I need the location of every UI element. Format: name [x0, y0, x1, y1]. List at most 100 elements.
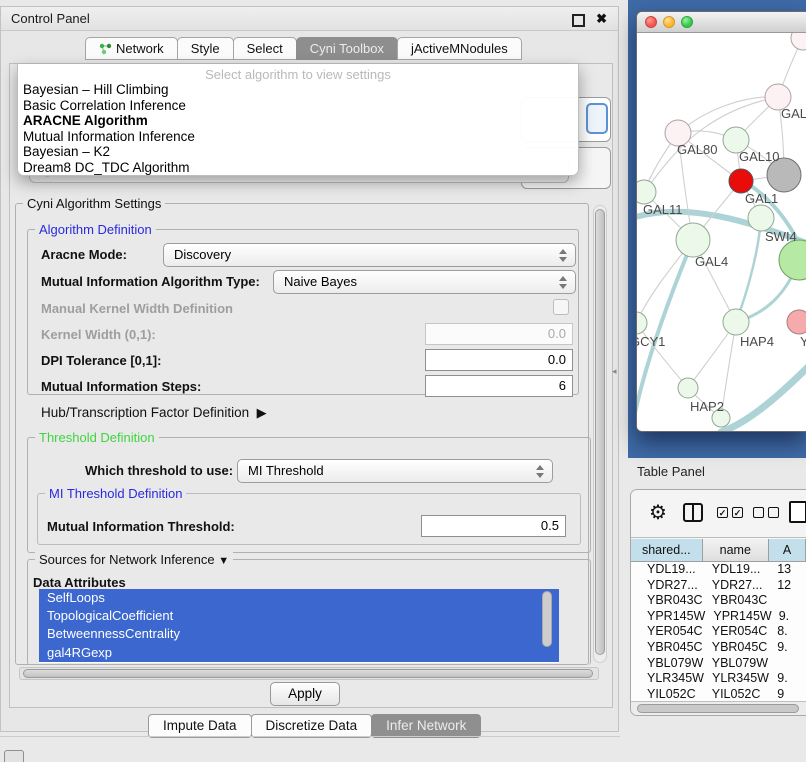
tab-style[interactable]: Style: [177, 37, 234, 60]
node-label: GAL: [781, 106, 806, 121]
list-item[interactable]: TopologicalCoefficient: [39, 607, 559, 625]
checked-checkbox-icon[interactable]: ✓: [717, 507, 728, 518]
algorithm-option[interactable]: Bayesian – K2: [18, 144, 578, 160]
algorithm-option[interactable]: Mutual Information Inference: [18, 129, 578, 145]
network-node[interactable]: [791, 33, 806, 50]
mac-minimize-button[interactable]: [663, 16, 675, 28]
settings-vertical-scrollbar[interactable]: [593, 205, 607, 663]
network-canvas[interactable]: GAL GAL80 GAL10 GAL1 GAL11 SWI4 GAL4 GCY…: [637, 33, 806, 432]
tab-discretize-data[interactable]: Discretize Data: [251, 714, 373, 738]
window-bottom-divider: [0, 736, 620, 737]
network-node-hap4[interactable]: [723, 309, 749, 335]
dpi-tolerance-label: DPI Tolerance [0,1]:: [41, 353, 161, 368]
node-label: SWI4: [765, 229, 797, 244]
table-row[interactable]: YLR345WYLR345W9.: [631, 671, 806, 687]
algorithm-dropdown-popup: Select algorithm to view settings Bayesi…: [17, 64, 579, 176]
node-label: GAL4: [695, 254, 728, 269]
data-attributes-label: Data Attributes: [33, 575, 126, 590]
table-horizontal-scrollbar[interactable]: [631, 701, 806, 715]
tab-network[interactable]: Network: [85, 37, 178, 60]
manual-kernel-label: Manual Kernel Width Definition: [41, 301, 233, 316]
table-row[interactable]: YIL052CYIL052C9: [631, 687, 806, 701]
aracne-mode-label: Aracne Mode:: [41, 247, 127, 262]
table-row[interactable]: YBR045CYBR045C9.: [631, 640, 806, 656]
close-icon[interactable]: ✖: [596, 11, 607, 27]
unchecked-checkbox-icon[interactable]: [753, 507, 764, 518]
hub-definition-expander[interactable]: Hub/Transcription Factor Definition ▶: [41, 405, 267, 421]
which-threshold-combo[interactable]: MI Threshold: [237, 459, 553, 483]
control-panel-titlebar[interactable]: Control Panel ✖: [1, 7, 618, 31]
network-edge: [721, 363, 806, 432]
network-window-titlebar[interactable]: [637, 12, 806, 33]
table-row[interactable]: YDR27...YDR27...12: [631, 578, 806, 594]
settings-horizontal-scrollbar[interactable]: [19, 667, 599, 680]
mi-type-combo[interactable]: Naive Bayes: [273, 270, 576, 294]
list-item[interactable]: SelfLoops: [39, 589, 559, 607]
network-node-gal4[interactable]: [676, 223, 710, 257]
float-window-icon[interactable]: [572, 14, 585, 27]
network-node-gcy1[interactable]: [637, 312, 647, 334]
column-layout-icon[interactable]: [683, 503, 703, 522]
mi-steps-label: Mutual Information Steps:: [41, 379, 201, 394]
column-header-partial[interactable]: A: [769, 539, 806, 562]
table-header-row: shared... name A: [631, 539, 806, 562]
network-node-salmon[interactable]: [787, 310, 806, 334]
combo-stepper-focused[interactable]: [586, 103, 608, 134]
collapsed-panel-icon[interactable]: [4, 750, 24, 762]
table-toolbar: ⚙ ✓ ✓: [631, 490, 806, 538]
tab-label: Network: [116, 38, 164, 59]
table-row[interactable]: YPR145WYPR145W9.: [631, 609, 806, 625]
node-label: HAP2: [690, 399, 724, 414]
tab-cyni-toolbox[interactable]: Cyni Toolbox: [296, 37, 398, 60]
tab-select[interactable]: Select: [233, 37, 297, 60]
unchecked-checkbox-icon[interactable]: [768, 507, 779, 518]
sources-title[interactable]: Sources for Network Inference ▼: [35, 552, 233, 567]
list-item[interactable]: gal4RGexp: [39, 644, 559, 662]
mi-threshold-field[interactable]: 0.5: [421, 515, 566, 537]
dpi-tolerance-field[interactable]: 0.0: [425, 349, 573, 371]
node-label: GAL11: [643, 202, 683, 217]
mac-close-button[interactable]: [645, 16, 657, 28]
network-node-swi4[interactable]: [748, 205, 774, 231]
network-icon: [99, 42, 112, 55]
table-body: YDL19...YDL19...13 YDR27...YDR27...12 YB…: [631, 562, 806, 701]
table-row[interactable]: YBL079WYBL079W: [631, 656, 806, 672]
tab-impute-data[interactable]: Impute Data: [148, 714, 252, 738]
attributes-list-scrollbar[interactable]: [542, 591, 554, 661]
panel-divider-arrow-icon[interactable]: ◂: [612, 366, 617, 377]
threshold-definition-title: Threshold Definition: [35, 430, 159, 445]
list-item[interactable]: BetweennessCentrality: [39, 625, 559, 643]
group-title: Cyni Algorithm Settings: [23, 196, 165, 211]
kernel-width-field[interactable]: 0.0: [425, 323, 573, 345]
column-header-shared[interactable]: shared...: [631, 539, 703, 562]
tab-infer-network[interactable]: Infer Network: [371, 714, 481, 738]
combo-stepper-icon: [559, 276, 568, 289]
column-header-name[interactable]: name: [703, 539, 769, 562]
table-row[interactable]: YER054CYER054C8.: [631, 624, 806, 640]
algorithm-option[interactable]: Basic Correlation Inference: [18, 98, 578, 114]
mi-steps-field[interactable]: 6: [425, 375, 573, 397]
checked-checkbox-icon[interactable]: ✓: [732, 507, 743, 518]
scrollbar-thumb[interactable]: [637, 704, 799, 713]
network-node-green[interactable]: [779, 240, 806, 280]
table-row[interactable]: YBR043CYBR043C: [631, 593, 806, 609]
document-icon[interactable]: [789, 501, 806, 523]
apply-button[interactable]: Apply: [270, 682, 340, 706]
algorithm-option-selected[interactable]: ARACNE Algorithm: [18, 113, 578, 129]
algorithm-option[interactable]: Bayesian – Hill Climbing: [18, 82, 578, 98]
scrollbar-thumb[interactable]: [595, 209, 605, 655]
tab-jactivemnodules[interactable]: jActiveMNodules: [397, 37, 522, 60]
table-row[interactable]: YDL19...YDL19...13: [631, 562, 806, 578]
mi-threshold-definition-title: MI Threshold Definition: [45, 486, 186, 501]
aracne-mode-combo[interactable]: Discovery: [163, 243, 576, 267]
mac-zoom-button[interactable]: [681, 16, 693, 28]
network-node-gal1-red[interactable]: [729, 169, 753, 193]
network-edge: [736, 218, 761, 322]
manual-kernel-checkbox[interactable]: [553, 299, 569, 315]
algorithm-option[interactable]: Dream8 DC_TDC Algorithm: [18, 160, 578, 176]
scrollbar-thumb[interactable]: [23, 669, 593, 678]
network-node-gal11[interactable]: [637, 180, 656, 204]
scrollbar-thumb[interactable]: [542, 591, 552, 647]
network-node-hap2[interactable]: [678, 378, 698, 398]
gear-icon[interactable]: ⚙: [649, 500, 667, 526]
